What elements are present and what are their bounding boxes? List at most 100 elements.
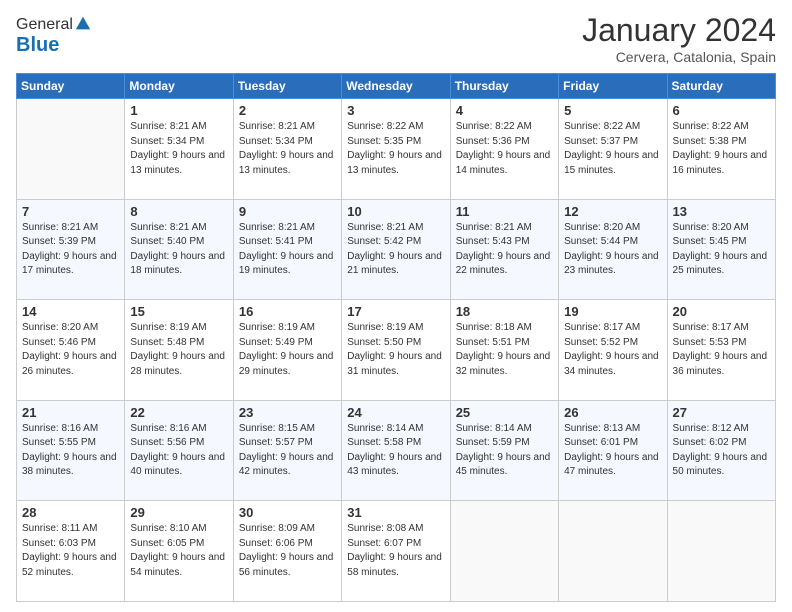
day-number: 27 bbox=[673, 405, 770, 420]
cell-w1-d2: 1 Sunrise: 8:21 AMSunset: 5:34 PMDayligh… bbox=[125, 99, 233, 200]
cell-w3-d7: 20 Sunrise: 8:17 AMSunset: 5:53 PMDaylig… bbox=[667, 300, 775, 401]
cell-info: Sunrise: 8:22 AMSunset: 5:35 PMDaylight:… bbox=[347, 120, 444, 178]
calendar-table: Sunday Monday Tuesday Wednesday Thursday… bbox=[16, 73, 776, 602]
cell-info: Sunrise: 8:15 AMSunset: 5:57 PMDaylight:… bbox=[239, 422, 336, 480]
location: Cervera, Catalonia, Spain bbox=[582, 49, 776, 65]
cell-w2-d2: 8 Sunrise: 8:21 AMSunset: 5:40 PMDayligh… bbox=[125, 199, 233, 300]
cell-w3-d3: 16 Sunrise: 8:19 AMSunset: 5:49 PMDaylig… bbox=[233, 300, 341, 401]
day-number: 20 bbox=[673, 304, 770, 319]
day-number: 19 bbox=[564, 304, 661, 319]
logo-general-text: General bbox=[16, 16, 73, 34]
logo-blue-text: Blue bbox=[16, 34, 59, 56]
header-wednesday: Wednesday bbox=[342, 74, 450, 99]
day-number: 31 bbox=[347, 505, 444, 520]
cell-info: Sunrise: 8:09 AMSunset: 6:06 PMDaylight:… bbox=[239, 522, 336, 580]
week-row-4: 21 Sunrise: 8:16 AMSunset: 5:55 PMDaylig… bbox=[17, 400, 776, 501]
day-number: 10 bbox=[347, 204, 444, 219]
cell-info: Sunrise: 8:19 AMSunset: 5:48 PMDaylight:… bbox=[130, 321, 227, 379]
cell-w5-d7 bbox=[667, 501, 775, 602]
header-saturday: Saturday bbox=[667, 74, 775, 99]
day-number: 21 bbox=[22, 405, 119, 420]
cell-info: Sunrise: 8:21 AMSunset: 5:39 PMDaylight:… bbox=[22, 221, 119, 279]
cell-w2-d4: 10 Sunrise: 8:21 AMSunset: 5:42 PMDaylig… bbox=[342, 199, 450, 300]
month-title: January 2024 bbox=[582, 12, 776, 49]
day-number: 7 bbox=[22, 204, 119, 219]
day-number: 3 bbox=[347, 103, 444, 118]
cell-info: Sunrise: 8:21 AMSunset: 5:41 PMDaylight:… bbox=[239, 221, 336, 279]
header-tuesday: Tuesday bbox=[233, 74, 341, 99]
day-number: 6 bbox=[673, 103, 770, 118]
cell-w5-d2: 29 Sunrise: 8:10 AMSunset: 6:05 PMDaylig… bbox=[125, 501, 233, 602]
cell-info: Sunrise: 8:22 AMSunset: 5:36 PMDaylight:… bbox=[456, 120, 553, 178]
cell-info: Sunrise: 8:19 AMSunset: 5:49 PMDaylight:… bbox=[239, 321, 336, 379]
cell-w1-d6: 5 Sunrise: 8:22 AMSunset: 5:37 PMDayligh… bbox=[559, 99, 667, 200]
day-number: 15 bbox=[130, 304, 227, 319]
cell-w4-d5: 25 Sunrise: 8:14 AMSunset: 5:59 PMDaylig… bbox=[450, 400, 558, 501]
cell-w2-d3: 9 Sunrise: 8:21 AMSunset: 5:41 PMDayligh… bbox=[233, 199, 341, 300]
cell-info: Sunrise: 8:22 AMSunset: 5:38 PMDaylight:… bbox=[673, 120, 770, 178]
cell-info: Sunrise: 8:21 AMSunset: 5:42 PMDaylight:… bbox=[347, 221, 444, 279]
cell-info: Sunrise: 8:10 AMSunset: 6:05 PMDaylight:… bbox=[130, 522, 227, 580]
day-number: 26 bbox=[564, 405, 661, 420]
cell-w1-d1 bbox=[17, 99, 125, 200]
cell-info: Sunrise: 8:17 AMSunset: 5:53 PMDaylight:… bbox=[673, 321, 770, 379]
cell-w3-d1: 14 Sunrise: 8:20 AMSunset: 5:46 PMDaylig… bbox=[17, 300, 125, 401]
day-number: 25 bbox=[456, 405, 553, 420]
cell-w3-d4: 17 Sunrise: 8:19 AMSunset: 5:50 PMDaylig… bbox=[342, 300, 450, 401]
cell-w1-d5: 4 Sunrise: 8:22 AMSunset: 5:36 PMDayligh… bbox=[450, 99, 558, 200]
cell-w3-d5: 18 Sunrise: 8:18 AMSunset: 5:51 PMDaylig… bbox=[450, 300, 558, 401]
week-row-1: 1 Sunrise: 8:21 AMSunset: 5:34 PMDayligh… bbox=[17, 99, 776, 200]
day-number: 12 bbox=[564, 204, 661, 219]
week-row-5: 28 Sunrise: 8:11 AMSunset: 6:03 PMDaylig… bbox=[17, 501, 776, 602]
cell-info: Sunrise: 8:16 AMSunset: 5:56 PMDaylight:… bbox=[130, 422, 227, 480]
week-row-2: 7 Sunrise: 8:21 AMSunset: 5:39 PMDayligh… bbox=[17, 199, 776, 300]
cell-w5-d6 bbox=[559, 501, 667, 602]
cell-info: Sunrise: 8:14 AMSunset: 5:59 PMDaylight:… bbox=[456, 422, 553, 480]
cell-w5-d1: 28 Sunrise: 8:11 AMSunset: 6:03 PMDaylig… bbox=[17, 501, 125, 602]
cell-w3-d6: 19 Sunrise: 8:17 AMSunset: 5:52 PMDaylig… bbox=[559, 300, 667, 401]
cell-w5-d3: 30 Sunrise: 8:09 AMSunset: 6:06 PMDaylig… bbox=[233, 501, 341, 602]
cell-info: Sunrise: 8:19 AMSunset: 5:50 PMDaylight:… bbox=[347, 321, 444, 379]
cell-info: Sunrise: 8:08 AMSunset: 6:07 PMDaylight:… bbox=[347, 522, 444, 580]
day-number: 13 bbox=[673, 204, 770, 219]
cell-w1-d3: 2 Sunrise: 8:21 AMSunset: 5:34 PMDayligh… bbox=[233, 99, 341, 200]
day-number: 17 bbox=[347, 304, 444, 319]
cell-w4-d7: 27 Sunrise: 8:12 AMSunset: 6:02 PMDaylig… bbox=[667, 400, 775, 501]
cell-info: Sunrise: 8:21 AMSunset: 5:43 PMDaylight:… bbox=[456, 221, 553, 279]
page: General Blue January 2024 Cervera, Catal… bbox=[0, 0, 792, 612]
cell-info: Sunrise: 8:16 AMSunset: 5:55 PMDaylight:… bbox=[22, 422, 119, 480]
cell-w4-d2: 22 Sunrise: 8:16 AMSunset: 5:56 PMDaylig… bbox=[125, 400, 233, 501]
day-number: 18 bbox=[456, 304, 553, 319]
cell-w2-d6: 12 Sunrise: 8:20 AMSunset: 5:44 PMDaylig… bbox=[559, 199, 667, 300]
day-number: 24 bbox=[347, 405, 444, 420]
cell-info: Sunrise: 8:11 AMSunset: 6:03 PMDaylight:… bbox=[22, 522, 119, 580]
cell-info: Sunrise: 8:21 AMSunset: 5:34 PMDaylight:… bbox=[239, 120, 336, 178]
cell-info: Sunrise: 8:17 AMSunset: 5:52 PMDaylight:… bbox=[564, 321, 661, 379]
logo: General Blue bbox=[16, 16, 92, 57]
day-number: 8 bbox=[130, 204, 227, 219]
header: General Blue January 2024 Cervera, Catal… bbox=[16, 12, 776, 65]
day-number: 23 bbox=[239, 405, 336, 420]
day-number: 28 bbox=[22, 505, 119, 520]
cell-w2-d7: 13 Sunrise: 8:20 AMSunset: 5:45 PMDaylig… bbox=[667, 199, 775, 300]
day-number: 22 bbox=[130, 405, 227, 420]
cell-w4-d3: 23 Sunrise: 8:15 AMSunset: 5:57 PMDaylig… bbox=[233, 400, 341, 501]
cell-info: Sunrise: 8:20 AMSunset: 5:44 PMDaylight:… bbox=[564, 221, 661, 279]
day-number: 2 bbox=[239, 103, 336, 118]
header-monday: Monday bbox=[125, 74, 233, 99]
cell-w4-d1: 21 Sunrise: 8:16 AMSunset: 5:55 PMDaylig… bbox=[17, 400, 125, 501]
cell-w4-d6: 26 Sunrise: 8:13 AMSunset: 6:01 PMDaylig… bbox=[559, 400, 667, 501]
cell-info: Sunrise: 8:18 AMSunset: 5:51 PMDaylight:… bbox=[456, 321, 553, 379]
cell-info: Sunrise: 8:14 AMSunset: 5:58 PMDaylight:… bbox=[347, 422, 444, 480]
cell-w2-d5: 11 Sunrise: 8:21 AMSunset: 5:43 PMDaylig… bbox=[450, 199, 558, 300]
day-number: 5 bbox=[564, 103, 661, 118]
day-number: 29 bbox=[130, 505, 227, 520]
cell-w3-d2: 15 Sunrise: 8:19 AMSunset: 5:48 PMDaylig… bbox=[125, 300, 233, 401]
cell-w5-d5 bbox=[450, 501, 558, 602]
day-number: 14 bbox=[22, 304, 119, 319]
day-number: 30 bbox=[239, 505, 336, 520]
day-number: 1 bbox=[130, 103, 227, 118]
day-number: 4 bbox=[456, 103, 553, 118]
cell-info: Sunrise: 8:21 AMSunset: 5:34 PMDaylight:… bbox=[130, 120, 227, 178]
cell-info: Sunrise: 8:22 AMSunset: 5:37 PMDaylight:… bbox=[564, 120, 661, 178]
